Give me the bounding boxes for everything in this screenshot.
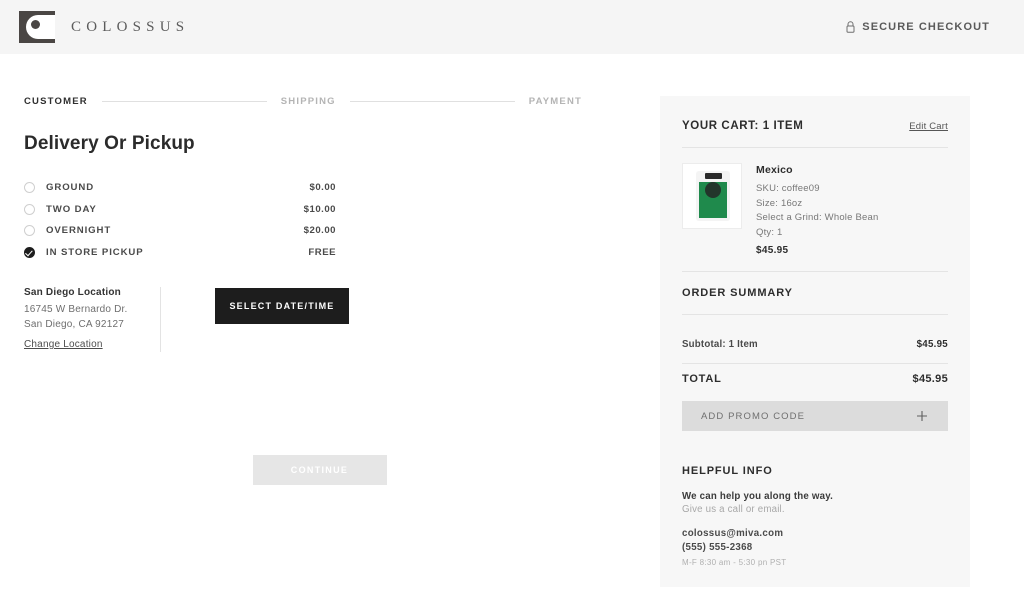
product-image[interactable] bbox=[682, 163, 742, 229]
option-two-day-label: TWO DAY bbox=[46, 203, 97, 215]
helpful-info-title: HELPFUL INFO bbox=[682, 465, 773, 477]
subtotal-value: $45.95 bbox=[916, 339, 948, 350]
step-divider-2 bbox=[349, 101, 515, 102]
total-label: TOTAL bbox=[682, 373, 722, 385]
checkout-progress-steps: CUSTOMER SHIPPING PAYMENT bbox=[24, 96, 640, 107]
coffee-bag-icon bbox=[696, 171, 730, 221]
option-in-store-pickup[interactable]: IN STORE PICKUP FREE bbox=[24, 242, 336, 264]
total-value: $45.95 bbox=[912, 373, 948, 385]
product-sku: SKU: coffee09 bbox=[756, 183, 820, 194]
product-name: Mexico bbox=[756, 164, 793, 176]
option-ground-price: $0.00 bbox=[309, 182, 336, 194]
subtotal-label: Subtotal: 1 Item bbox=[682, 339, 758, 350]
product-grind: Select a Grind: Whole Bean bbox=[756, 212, 879, 223]
add-promo-code-button[interactable]: ADD PROMO CODE bbox=[682, 401, 948, 431]
support-phone[interactable]: (555) 555-2368 bbox=[682, 541, 948, 555]
site-header: COLOSSUS SECURE CHECKOUT bbox=[0, 0, 1024, 54]
location-city-state-zip: San Diego, CA 92127 bbox=[24, 319, 124, 330]
step-payment[interactable]: PAYMENT bbox=[529, 96, 582, 107]
brand-name: COLOSSUS bbox=[71, 18, 190, 35]
helpful-info-lead: We can help you along the way. bbox=[682, 491, 833, 502]
subtotal-row: Subtotal: 1 Item $45.95 bbox=[682, 330, 948, 359]
option-two-day[interactable]: TWO DAY $10.00 bbox=[24, 199, 336, 221]
option-in-store-pickup-label: IN STORE PICKUP bbox=[46, 246, 144, 258]
order-summary-title: ORDER SUMMARY bbox=[682, 287, 793, 299]
cart-divider-top bbox=[682, 147, 948, 148]
change-location-link[interactable]: Change Location bbox=[24, 339, 103, 350]
radio-ground[interactable] bbox=[24, 182, 35, 194]
product-size: Size: 16oz bbox=[756, 197, 803, 209]
secure-checkout-label: SECURE CHECKOUT bbox=[862, 21, 990, 33]
location-street: 16745 W Bernardo Dr. bbox=[24, 304, 128, 315]
location-name: San Diego Location bbox=[24, 287, 121, 298]
add-promo-code-label: ADD PROMO CODE bbox=[701, 410, 806, 422]
product-details: Mexico SKU: coffee09 Size: 16oz Select a… bbox=[756, 163, 878, 256]
cart-header: YOUR CART: 1 ITEM Edit Cart bbox=[682, 120, 948, 132]
pickup-location-area: San Diego Location 16745 W Bernardo Dr. … bbox=[24, 287, 640, 352]
pickup-location-box: San Diego Location 16745 W Bernardo Dr. … bbox=[24, 287, 161, 352]
option-in-store-pickup-price: FREE bbox=[308, 246, 336, 258]
helpful-info-section: HELPFUL INFO We can help you along the w… bbox=[682, 465, 948, 567]
product-qty: Qty: 1 bbox=[756, 226, 783, 238]
cart-divider-bottom bbox=[682, 271, 948, 272]
summary-divider-top bbox=[682, 314, 948, 315]
radio-overnight[interactable] bbox=[24, 225, 35, 237]
radio-two-day[interactable] bbox=[24, 203, 35, 215]
support-email[interactable]: colossus@miva.com bbox=[682, 527, 948, 541]
secure-checkout-indicator: SECURE CHECKOUT bbox=[846, 21, 990, 33]
total-row: TOTAL $45.95 bbox=[682, 364, 948, 394]
option-overnight[interactable]: OVERNIGHT $20.00 bbox=[24, 220, 336, 242]
main-column: CUSTOMER SHIPPING PAYMENT Delivery Or Pi… bbox=[0, 96, 660, 587]
option-overnight-price: $20.00 bbox=[303, 225, 336, 237]
edit-cart-link[interactable]: Edit Cart bbox=[909, 121, 948, 132]
select-date-time-button[interactable]: SELECT DATE/TIME bbox=[215, 288, 349, 324]
continue-button-wrap: CONTINUE bbox=[24, 455, 640, 485]
page-title: Delivery Or Pickup bbox=[24, 133, 195, 154]
option-overnight-label: OVERNIGHT bbox=[46, 225, 112, 237]
brand-logo[interactable]: COLOSSUS bbox=[19, 11, 189, 43]
option-two-day-price: $10.00 bbox=[303, 203, 336, 215]
step-shipping[interactable]: SHIPPING bbox=[281, 96, 336, 107]
colossus-logo-mark-icon bbox=[19, 11, 55, 43]
order-sidebar: YOUR CART: 1 ITEM Edit Cart Mexico SKU: … bbox=[660, 96, 970, 587]
plus-icon bbox=[917, 411, 927, 421]
cart-line-item: Mexico SKU: coffee09 Size: 16oz Select a… bbox=[682, 163, 948, 256]
option-ground[interactable]: GROUND $0.00 bbox=[24, 177, 336, 199]
lock-icon bbox=[846, 21, 855, 33]
helpful-info-sub: Give us a call or email. bbox=[682, 504, 785, 515]
radio-in-store-pickup-checked[interactable] bbox=[24, 246, 35, 258]
delivery-options-list: GROUND $0.00 TWO DAY $10.00 OVERNIGHT $2… bbox=[24, 177, 336, 263]
step-divider-1 bbox=[101, 101, 267, 102]
continue-button[interactable]: CONTINUE bbox=[252, 455, 387, 485]
product-price: $45.95 bbox=[756, 245, 789, 256]
step-customer[interactable]: CUSTOMER bbox=[24, 96, 88, 107]
support-hours: M-F 8:30 am - 5:30 pn PST bbox=[682, 558, 787, 567]
checkout-page: CUSTOMER SHIPPING PAYMENT Delivery Or Pi… bbox=[0, 54, 1024, 587]
option-ground-label: GROUND bbox=[46, 182, 95, 194]
cart-title: YOUR CART: 1 ITEM bbox=[682, 120, 804, 132]
